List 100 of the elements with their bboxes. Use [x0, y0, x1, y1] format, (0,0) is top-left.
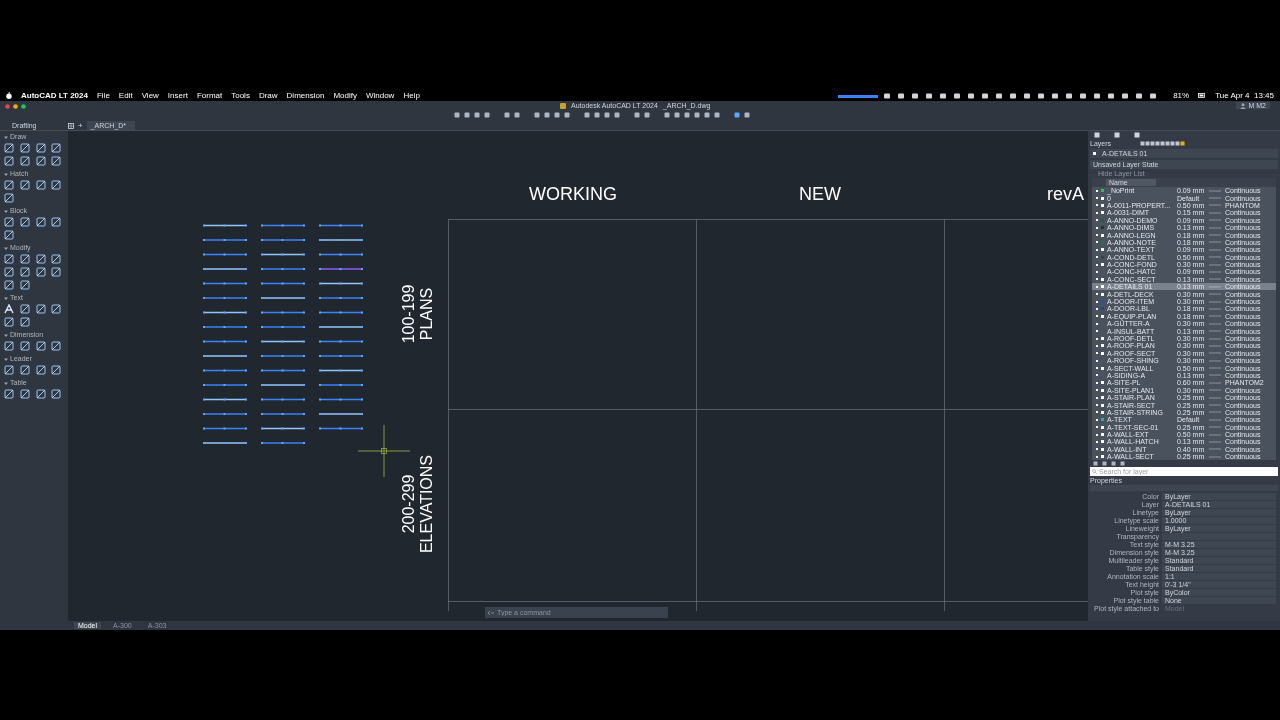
battery-icon[interactable] — [1198, 93, 1207, 98]
apple-icon[interactable] — [6, 92, 12, 99]
layer-color-swatch[interactable] — [1101, 240, 1104, 244]
layer-color-swatch[interactable] — [1101, 277, 1104, 281]
layer-color-swatch[interactable] — [1101, 203, 1104, 207]
menu-item[interactable]: Dimension — [286, 91, 325, 100]
tool-icon[interactable] — [51, 254, 62, 264]
tool-icon[interactable] — [19, 365, 30, 375]
tool-icon[interactable] — [51, 389, 62, 399]
layer-color-swatch[interactable] — [1101, 307, 1104, 311]
tool-icon[interactable] — [51, 304, 62, 314]
tool-icon[interactable] — [19, 304, 30, 314]
layer-color-swatch[interactable] — [1101, 440, 1104, 444]
tool-icon[interactable] — [4, 254, 14, 264]
caret-icon[interactable] — [4, 172, 8, 176]
tool-icon[interactable] — [4, 389, 14, 399]
tool-icon[interactable] — [35, 389, 46, 399]
caret-icon[interactable] — [4, 246, 8, 250]
tool-icon[interactable] — [51, 341, 62, 351]
layer-color-swatch[interactable] — [1101, 211, 1104, 215]
menu-item[interactable]: File — [96, 91, 110, 100]
layer-color-swatch[interactable] — [1101, 300, 1104, 304]
layer-color-swatch[interactable] — [1101, 425, 1104, 429]
tool-icon[interactable] — [35, 217, 46, 227]
tool-icon[interactable] — [4, 217, 14, 227]
menu-item[interactable]: Edit — [118, 91, 133, 100]
sheet-icon[interactable] — [1114, 132, 1120, 138]
tool-icon[interactable] — [19, 143, 30, 153]
tool-icon[interactable] — [19, 389, 30, 399]
zoom-icon[interactable] — [21, 104, 26, 109]
caret-icon[interactable] — [4, 135, 8, 139]
layer-color-swatch[interactable] — [1101, 455, 1104, 459]
tool-icon[interactable] — [35, 254, 46, 264]
tool-icon[interactable] — [19, 254, 30, 264]
tool-icon[interactable] — [35, 365, 46, 375]
layer-color-swatch[interactable] — [1101, 248, 1104, 252]
tool-icon[interactable] — [51, 156, 62, 166]
tool-icon[interactable] — [35, 267, 46, 277]
caret-icon[interactable] — [4, 296, 8, 300]
tool-icon[interactable] — [4, 267, 14, 277]
tool-icon[interactable] — [51, 217, 62, 227]
caret-icon[interactable] — [4, 333, 8, 337]
menu-item[interactable]: Help — [403, 91, 420, 100]
app-menu[interactable]: AutoCAD LT 2024 — [21, 91, 88, 100]
tool-icon[interactable] — [4, 230, 14, 240]
tool-icon[interactable] — [4, 156, 14, 166]
tool-icon[interactable] — [51, 267, 62, 277]
tool-icon[interactable] — [35, 180, 46, 190]
layer-color-swatch[interactable] — [1101, 381, 1104, 385]
tool-icon[interactable] — [4, 280, 14, 290]
clipboard-icon[interactable] — [1134, 132, 1140, 138]
tool-icon[interactable] — [51, 365, 62, 375]
layer-color-swatch[interactable] — [1101, 344, 1104, 348]
layers-icon[interactable] — [1094, 132, 1100, 138]
grid-icon[interactable] — [68, 122, 74, 129]
tool-icon[interactable] — [4, 193, 14, 203]
minimize-icon[interactable] — [13, 104, 18, 109]
menu-item[interactable]: Window — [365, 91, 395, 100]
menu-item[interactable]: Draw — [258, 91, 278, 100]
layer-color-swatch[interactable] — [1101, 226, 1104, 230]
layer-color-swatch[interactable] — [1101, 447, 1104, 451]
tool-icon[interactable] — [35, 143, 46, 153]
tool-icon[interactable] — [51, 143, 62, 153]
layer-color-swatch[interactable] — [1101, 396, 1104, 400]
layer-color-swatch[interactable] — [1101, 337, 1104, 340]
tool-icon[interactable] — [4, 317, 14, 327]
close-icon[interactable] — [5, 104, 10, 109]
tool-icon[interactable] — [4, 365, 14, 375]
menu-item[interactable]: Insert — [167, 91, 188, 100]
tool-icon[interactable] — [19, 267, 30, 277]
layer-color-swatch[interactable] — [1101, 189, 1104, 193]
tool-icon[interactable] — [4, 143, 14, 153]
caret-icon[interactable] — [4, 209, 8, 213]
layer-color-swatch[interactable] — [1101, 218, 1104, 222]
caret-icon[interactable] — [4, 381, 8, 385]
tool-icon[interactable] — [19, 180, 30, 190]
layer-color-swatch[interactable] — [1101, 433, 1104, 437]
layer-color-swatch[interactable] — [1101, 410, 1104, 414]
layer-color-swatch[interactable] — [1101, 314, 1104, 318]
new-tab-button[interactable]: + — [78, 121, 83, 130]
layer-color-swatch[interactable] — [1101, 263, 1104, 267]
tool-icon[interactable] — [35, 341, 46, 351]
clock[interactable]: Tue Apr 4 13:45 — [1215, 91, 1274, 100]
menu-item[interactable]: Modify — [333, 91, 357, 100]
tool-icon[interactable] — [51, 180, 62, 190]
tool-icon[interactable] — [19, 217, 30, 227]
caret-icon[interactable] — [4, 357, 8, 361]
layer-color-swatch[interactable] — [1101, 285, 1104, 289]
layer-color-swatch[interactable] — [1101, 292, 1104, 296]
tool-icon[interactable] — [35, 156, 46, 166]
tool-icon[interactable] — [19, 156, 30, 166]
tool-icon[interactable] — [19, 341, 30, 351]
tool-icon[interactable] — [35, 304, 46, 314]
menu-item[interactable]: View — [141, 91, 159, 100]
layer-color-swatch[interactable] — [1101, 418, 1104, 422]
layer-color-swatch[interactable] — [1101, 196, 1104, 200]
layer-color-swatch[interactable] — [1101, 233, 1104, 237]
tool-icon[interactable] — [4, 341, 14, 351]
tool-icon[interactable] — [4, 180, 14, 190]
layer-color-swatch[interactable] — [1101, 366, 1104, 370]
